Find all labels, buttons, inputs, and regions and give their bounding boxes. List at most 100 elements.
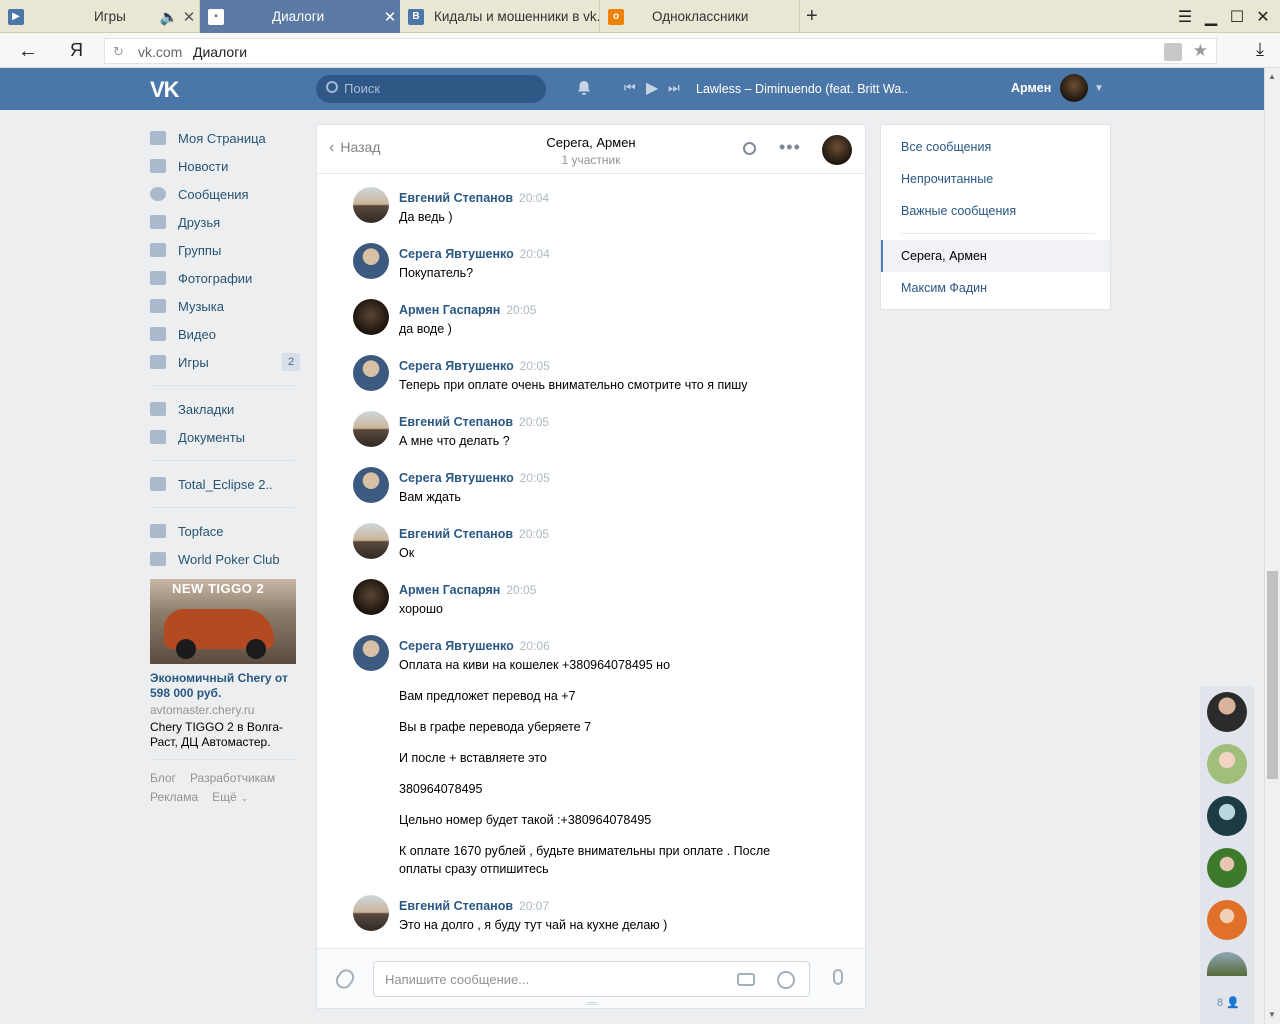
avatar[interactable] (353, 467, 389, 503)
left-navigation: Моя Страница Новости Сообщения Друзья Гр… (150, 124, 300, 808)
message-author[interactable]: Серега Явтушенко 20:05 (399, 359, 550, 373)
message-author[interactable]: Армен Гаспарян 20:05 (399, 303, 536, 317)
avatar[interactable] (353, 299, 389, 335)
scroll-down-icon[interactable]: ▼ (1268, 1010, 1276, 1019)
menu-item-unread[interactable]: Непрочитанные (901, 172, 993, 186)
message-author[interactable]: Евгений Степанов 20:05 (399, 527, 549, 541)
friend-avatar[interactable] (1207, 744, 1247, 784)
sidebar-item-groups[interactable]: Группы (150, 236, 300, 264)
tab-games[interactable]: ▶ Игры 🔈 ✕ (0, 0, 200, 33)
avatar[interactable] (1060, 74, 1088, 102)
message-author[interactable]: Евгений Степанов 20:05 (399, 415, 549, 429)
avatar[interactable] (353, 355, 389, 391)
lock-icon[interactable] (1164, 43, 1182, 61)
current-track[interactable]: Lawless – Diminuendo (feat. Britt Wa.. (696, 82, 911, 96)
avatar[interactable] (822, 135, 852, 165)
sidebar-item-label: Группы (178, 242, 222, 258)
footer-link-dev[interactable]: Разработчикам (190, 771, 275, 785)
message-author[interactable]: Серега Явтушенко 20:06 (399, 639, 550, 653)
sidebar-item-bookmarks[interactable]: Закладки (150, 395, 300, 423)
emoji-icon[interactable] (777, 971, 795, 989)
sidebar-item-video[interactable]: Видео (150, 320, 300, 348)
sidebar-item-poker[interactable]: World Poker Club (150, 545, 300, 573)
chevron-down-icon[interactable]: ▼ (1094, 83, 1104, 94)
scroll-up-icon[interactable]: ▲ (1268, 72, 1276, 81)
footer-link-blog[interactable]: Блог (150, 771, 176, 785)
yandex-logo[interactable]: Я (70, 40, 83, 61)
avatar[interactable] (353, 187, 389, 223)
friends-count[interactable]: 8 👤 (1217, 996, 1240, 1009)
download-icon[interactable]: ⤓ (1256, 39, 1264, 60)
ad-title[interactable]: Экономичный Chery от 598 000 руб. (150, 671, 300, 701)
close-icon[interactable]: ✕ (179, 8, 199, 26)
message-author[interactable]: Евгений Степанов 20:07 (399, 899, 549, 913)
message-author[interactable]: Евгений Степанов 20:04 (399, 191, 549, 205)
menu-item-selected-conversation[interactable]: Серега, Армен (881, 240, 1110, 272)
sidebar-item-group[interactable]: Total_Eclipse 2.. (150, 470, 300, 498)
sidebar-item-documents[interactable]: Документы (150, 423, 300, 451)
camera-icon[interactable] (737, 973, 755, 986)
menu-item-important[interactable]: Важные сообщения (901, 204, 1016, 218)
sidebar-item-messages[interactable]: Сообщения (150, 180, 300, 208)
back-arrow-icon[interactable]: ← (18, 40, 38, 63)
friend-avatar[interactable] (1207, 952, 1247, 976)
avatar[interactable] (353, 895, 389, 931)
message-placeholder: Напишите сообщение... (385, 972, 530, 987)
vk-logo-icon[interactable]: VK (150, 77, 184, 102)
message-author[interactable]: Серега Явтушенко 20:05 (399, 471, 550, 485)
friend-avatar[interactable] (1207, 692, 1247, 732)
ad-domain[interactable]: avtomaster.chery.ru (150, 703, 300, 717)
tab-ok[interactable]: о Одноклассники (600, 0, 800, 33)
avatar[interactable] (353, 243, 389, 279)
footer-link-more[interactable]: Ещё (212, 790, 237, 804)
avatar[interactable] (353, 411, 389, 447)
new-tab-button[interactable]: + (806, 0, 830, 33)
chevron-down-icon[interactable]: ⌄ (241, 793, 249, 803)
sidebar-item-my-page[interactable]: Моя Страница (150, 124, 300, 152)
search-icon[interactable] (743, 142, 756, 155)
sidebar-item-friends[interactable]: Друзья (150, 208, 300, 236)
url-field[interactable]: ↻ vk.com Диалоги ★ (104, 38, 1217, 64)
sidebar-item-music[interactable]: Музыка (150, 292, 300, 320)
minimize-icon[interactable]: ▁ (1198, 7, 1224, 27)
microphone-icon[interactable] (833, 969, 843, 985)
sidebar-item-news[interactable]: Новости (150, 152, 300, 180)
message-author[interactable]: Серега Явтушенко 20:04 (399, 247, 550, 261)
friend-avatar[interactable] (1207, 848, 1247, 888)
scroll-thumb[interactable] (1267, 571, 1278, 779)
menu-item-all[interactable]: Все сообщения (901, 140, 991, 154)
close-window-icon[interactable]: ✕ (1250, 7, 1276, 27)
sidebar-item-label: Total_Eclipse 2.. (178, 476, 273, 492)
resize-handle[interactable] (587, 1002, 597, 1005)
bookmark-star-icon[interactable]: ★ (1193, 41, 1208, 61)
avatar[interactable] (353, 635, 389, 671)
tab-scammers[interactable]: В Кидалы и мошенники в vk.c (400, 0, 600, 33)
footer-link-ads[interactable]: Реклама (150, 790, 198, 804)
page-scrollbar[interactable]: ▲ ▼ (1264, 68, 1280, 1024)
prev-track-icon[interactable]: ⏮ (624, 80, 636, 96)
sidebar-item-photos[interactable]: Фотографии (150, 264, 300, 292)
menu-icon[interactable]: ☰ (1172, 7, 1198, 27)
friend-avatar[interactable] (1207, 796, 1247, 836)
search-input[interactable]: Поиск (316, 75, 546, 103)
close-icon[interactable]: ✕ (380, 8, 400, 26)
avatar[interactable] (353, 523, 389, 559)
maximize-icon[interactable]: ☐ (1224, 7, 1250, 27)
message-author[interactable]: Армен Гаспарян 20:05 (399, 583, 536, 597)
more-icon[interactable]: ••• (779, 137, 801, 158)
menu-item-conversation[interactable]: Максим Фадин (901, 281, 987, 295)
next-track-icon[interactable]: ⏭ (668, 80, 680, 96)
friend-avatar[interactable] (1207, 900, 1247, 940)
sidebar-item-topface[interactable]: Topface (150, 517, 300, 545)
sidebar-item-games[interactable]: Игры 2 (150, 348, 300, 376)
message-input[interactable]: Напишите сообщение... (373, 961, 810, 997)
play-icon[interactable]: ▶ (646, 78, 658, 98)
mute-icon[interactable]: 🔈 (159, 8, 179, 26)
tab-dialogs[interactable]: ▪ Диалоги ✕ (200, 0, 400, 33)
bell-icon[interactable] (576, 80, 592, 96)
ad-image[interactable]: NEW TIGGO 2 (150, 579, 296, 664)
user-name[interactable]: Армен (1011, 81, 1051, 95)
attach-icon[interactable] (332, 966, 358, 992)
reload-icon[interactable]: ↻ (113, 44, 124, 60)
avatar[interactable] (353, 579, 389, 615)
